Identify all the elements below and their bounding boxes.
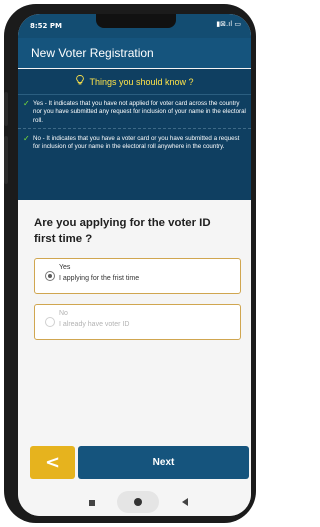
info-text-yes: Yes - It indicates that you have not app… xyxy=(33,100,246,124)
info-text-no: No - It indicates that you have a voter … xyxy=(33,135,240,151)
back-button[interactable]: < xyxy=(30,446,75,479)
power-button xyxy=(4,136,8,184)
question-text: Are you applying for the voter ID first … xyxy=(34,217,211,245)
check-icon: ✓ xyxy=(23,99,30,108)
info-heading-text: Things you should know ? xyxy=(89,77,194,87)
option-subtitle: I applying for the frist time xyxy=(59,275,140,282)
divider xyxy=(18,94,251,95)
divider xyxy=(18,128,251,129)
option-title: No xyxy=(59,310,68,317)
info-heading: Things you should know ? xyxy=(18,75,251,87)
option-title: Yes xyxy=(59,264,71,271)
option-subtitle: I already have voter ID xyxy=(59,321,130,328)
option-no[interactable]: No I already have voter ID xyxy=(34,304,241,340)
chevron-left-icon: < xyxy=(44,452,61,473)
recent-apps-icon[interactable] xyxy=(89,500,95,506)
info-panel: Things you should know ? ✓ Yes - It indi… xyxy=(18,69,251,200)
back-nav-icon[interactable] xyxy=(182,498,188,506)
camera-notch xyxy=(96,14,176,28)
app-bar: New Voter Registration xyxy=(18,38,251,68)
option-yes[interactable]: Yes I applying for the frist time xyxy=(34,258,241,294)
screen: 8:52 PM ▮⊠.ıl ▭ New Voter Registration T… xyxy=(18,14,251,516)
check-icon: ✓ xyxy=(23,134,30,143)
status-bar: 8:52 PM ▮⊠.ıl ▭ xyxy=(18,14,251,38)
lightbulb-icon xyxy=(75,75,85,87)
next-button[interactable]: Next xyxy=(78,446,249,479)
radio-button-selected[interactable] xyxy=(45,271,55,281)
status-time: 8:52 PM xyxy=(30,22,62,30)
system-nav-bar xyxy=(18,489,251,516)
radio-button[interactable] xyxy=(45,317,55,327)
home-icon[interactable] xyxy=(134,498,142,506)
volume-button xyxy=(4,92,8,126)
page-title: New Voter Registration xyxy=(31,46,154,60)
status-icons: ▮⊠.ıl ▭ xyxy=(216,20,241,28)
